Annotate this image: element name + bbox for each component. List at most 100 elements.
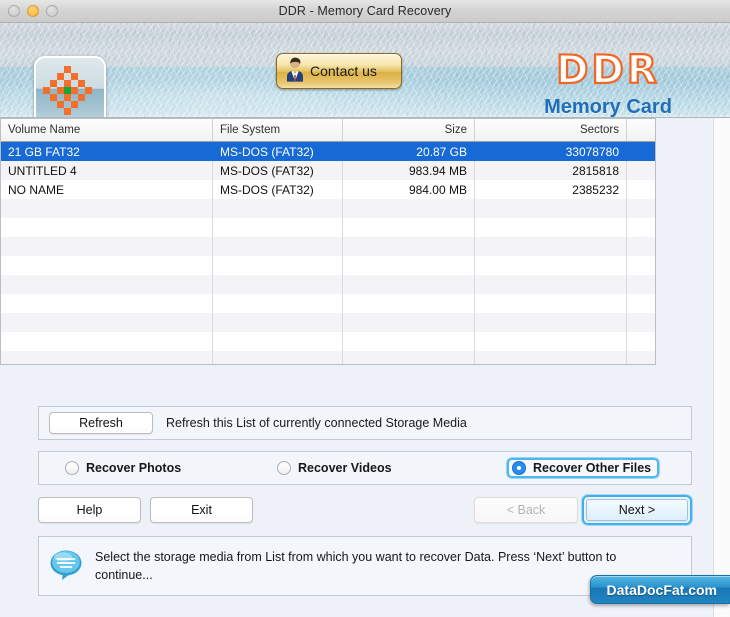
column-header-size[interactable]: Size — [343, 119, 475, 141]
radio-dot-icon — [65, 461, 79, 475]
cell-sectors: 2385232 — [475, 180, 627, 199]
window-title: DDR - Memory Card Recovery — [278, 4, 452, 18]
help-button[interactable]: Help — [38, 497, 141, 523]
cell-empty — [1, 332, 213, 351]
radio-recover-other-files[interactable]: Recover Other Files — [507, 458, 660, 478]
table-row-empty[interactable] — [1, 294, 655, 313]
speech-bubble-icon — [49, 549, 83, 586]
cell-empty — [213, 351, 343, 364]
cell-empty — [343, 199, 475, 218]
radio-dot-icon — [277, 461, 291, 475]
cell-empty — [213, 256, 343, 275]
column-header-spacer — [627, 119, 653, 141]
table-header-row: Volume Name File System Size Sectors — [1, 119, 655, 142]
back-button[interactable]: < Back — [474, 497, 578, 523]
table-row-empty[interactable] — [1, 275, 655, 294]
table-row-empty[interactable] — [1, 256, 655, 275]
close-button[interactable] — [8, 5, 20, 17]
radio-recover-photos[interactable]: Recover Photos — [65, 461, 181, 475]
cell-empty — [213, 275, 343, 294]
cell-empty — [475, 351, 627, 364]
table-row-empty[interactable] — [1, 218, 655, 237]
table-row-empty[interactable] — [1, 332, 655, 351]
brand-ddr-text: DDR — [555, 48, 660, 93]
cell-spacer — [627, 180, 653, 199]
cell-file-system: MS-DOS (FAT32) — [213, 180, 343, 199]
window-controls — [8, 5, 58, 17]
cell-file-system: MS-DOS (FAT32) — [213, 161, 343, 180]
cell-size: 984.00 MB — [343, 180, 475, 199]
cell-empty — [627, 351, 653, 364]
cell-empty — [475, 294, 627, 313]
cell-empty — [1, 237, 213, 256]
cell-empty — [475, 237, 627, 256]
zoom-button[interactable] — [46, 5, 58, 17]
cell-empty — [627, 313, 653, 332]
cell-empty — [1, 199, 213, 218]
cell-empty — [627, 237, 653, 256]
cell-empty — [343, 256, 475, 275]
table-row-empty[interactable] — [1, 199, 655, 218]
refresh-panel: Refresh Refresh this List of currently c… — [38, 406, 692, 440]
cell-empty — [1, 294, 213, 313]
column-header-file-system[interactable]: File System — [213, 119, 343, 141]
cell-empty — [343, 351, 475, 364]
table-row[interactable]: NO NAME MS-DOS (FAT32) 984.00 MB 2385232 — [1, 180, 655, 199]
cell-empty — [475, 256, 627, 275]
cell-file-system: MS-DOS (FAT32) — [213, 142, 343, 161]
cell-empty — [343, 275, 475, 294]
volume-table[interactable]: Volume Name File System Size Sectors 21 … — [0, 118, 730, 617]
person-icon — [284, 56, 306, 87]
radio-dot-icon-selected — [512, 461, 526, 475]
cell-empty — [1, 351, 213, 364]
radio-label-recover-photos: Recover Photos — [86, 461, 182, 475]
next-button-focus-ring: Next > — [582, 495, 692, 525]
refresh-description: Refresh this List of currently connected… — [166, 416, 467, 430]
cell-empty — [475, 218, 627, 237]
next-button[interactable]: Next > — [586, 499, 688, 521]
radio-recover-videos[interactable]: Recover Videos — [277, 461, 392, 475]
cell-volume-name: 21 GB FAT32 — [1, 142, 213, 161]
watermark-badge: DataDocFat.com — [589, 575, 730, 604]
column-header-volume-name[interactable]: Volume Name — [1, 119, 213, 141]
cell-empty — [1, 218, 213, 237]
refresh-button[interactable]: Refresh — [49, 412, 153, 434]
title-bar: DDR - Memory Card Recovery — [0, 0, 730, 23]
cell-empty — [213, 313, 343, 332]
action-button-row: Help Exit < Back Next > — [38, 495, 692, 525]
cell-empty — [1, 256, 213, 275]
table-row[interactable]: UNTITLED 4 MS-DOS (FAT32) 983.94 MB 2815818 — [1, 161, 655, 180]
cell-spacer — [627, 142, 653, 161]
cell-empty — [1, 313, 213, 332]
brand-logo: DDR Memory Card — [508, 48, 708, 118]
exit-button[interactable]: Exit — [150, 497, 253, 523]
brand-subtitle-text: Memory Card — [544, 96, 672, 118]
table-row-empty[interactable] — [1, 351, 655, 364]
table-row[interactable]: 21 GB FAT32 MS-DOS (FAT32) 20.87 GB 3307878… — [1, 142, 655, 161]
cell-empty — [627, 294, 653, 313]
cell-size: 983.94 MB — [343, 161, 475, 180]
cell-empty — [213, 218, 343, 237]
cell-sectors: 2815818 — [475, 161, 627, 180]
table-row-empty[interactable] — [1, 237, 655, 256]
table-body: 21 GB FAT32 MS-DOS (FAT32) 20.87 GB 3307878… — [1, 142, 655, 364]
column-header-sectors[interactable]: Sectors — [475, 119, 627, 141]
cell-volume-name: UNTITLED 4 — [1, 161, 213, 180]
cell-empty — [213, 332, 343, 351]
cell-empty — [627, 256, 653, 275]
cell-size: 20.87 GB — [343, 142, 475, 161]
cell-empty — [213, 237, 343, 256]
cell-empty — [475, 332, 627, 351]
cell-empty — [343, 294, 475, 313]
cell-empty — [627, 218, 653, 237]
cell-empty — [627, 275, 653, 294]
radio-label-recover-other-files: Recover Other Files — [533, 461, 652, 475]
radio-label-recover-videos: Recover Videos — [298, 461, 392, 475]
minimize-button[interactable] — [27, 5, 39, 17]
contact-us-button[interactable]: Contact us — [276, 53, 402, 89]
cell-empty — [475, 313, 627, 332]
table-row-empty[interactable] — [1, 313, 655, 332]
recovery-options-panel: Recover Photos Recover Videos Recover Ot… — [38, 451, 692, 485]
cell-empty — [213, 199, 343, 218]
contact-us-label: Contact us — [310, 63, 377, 79]
